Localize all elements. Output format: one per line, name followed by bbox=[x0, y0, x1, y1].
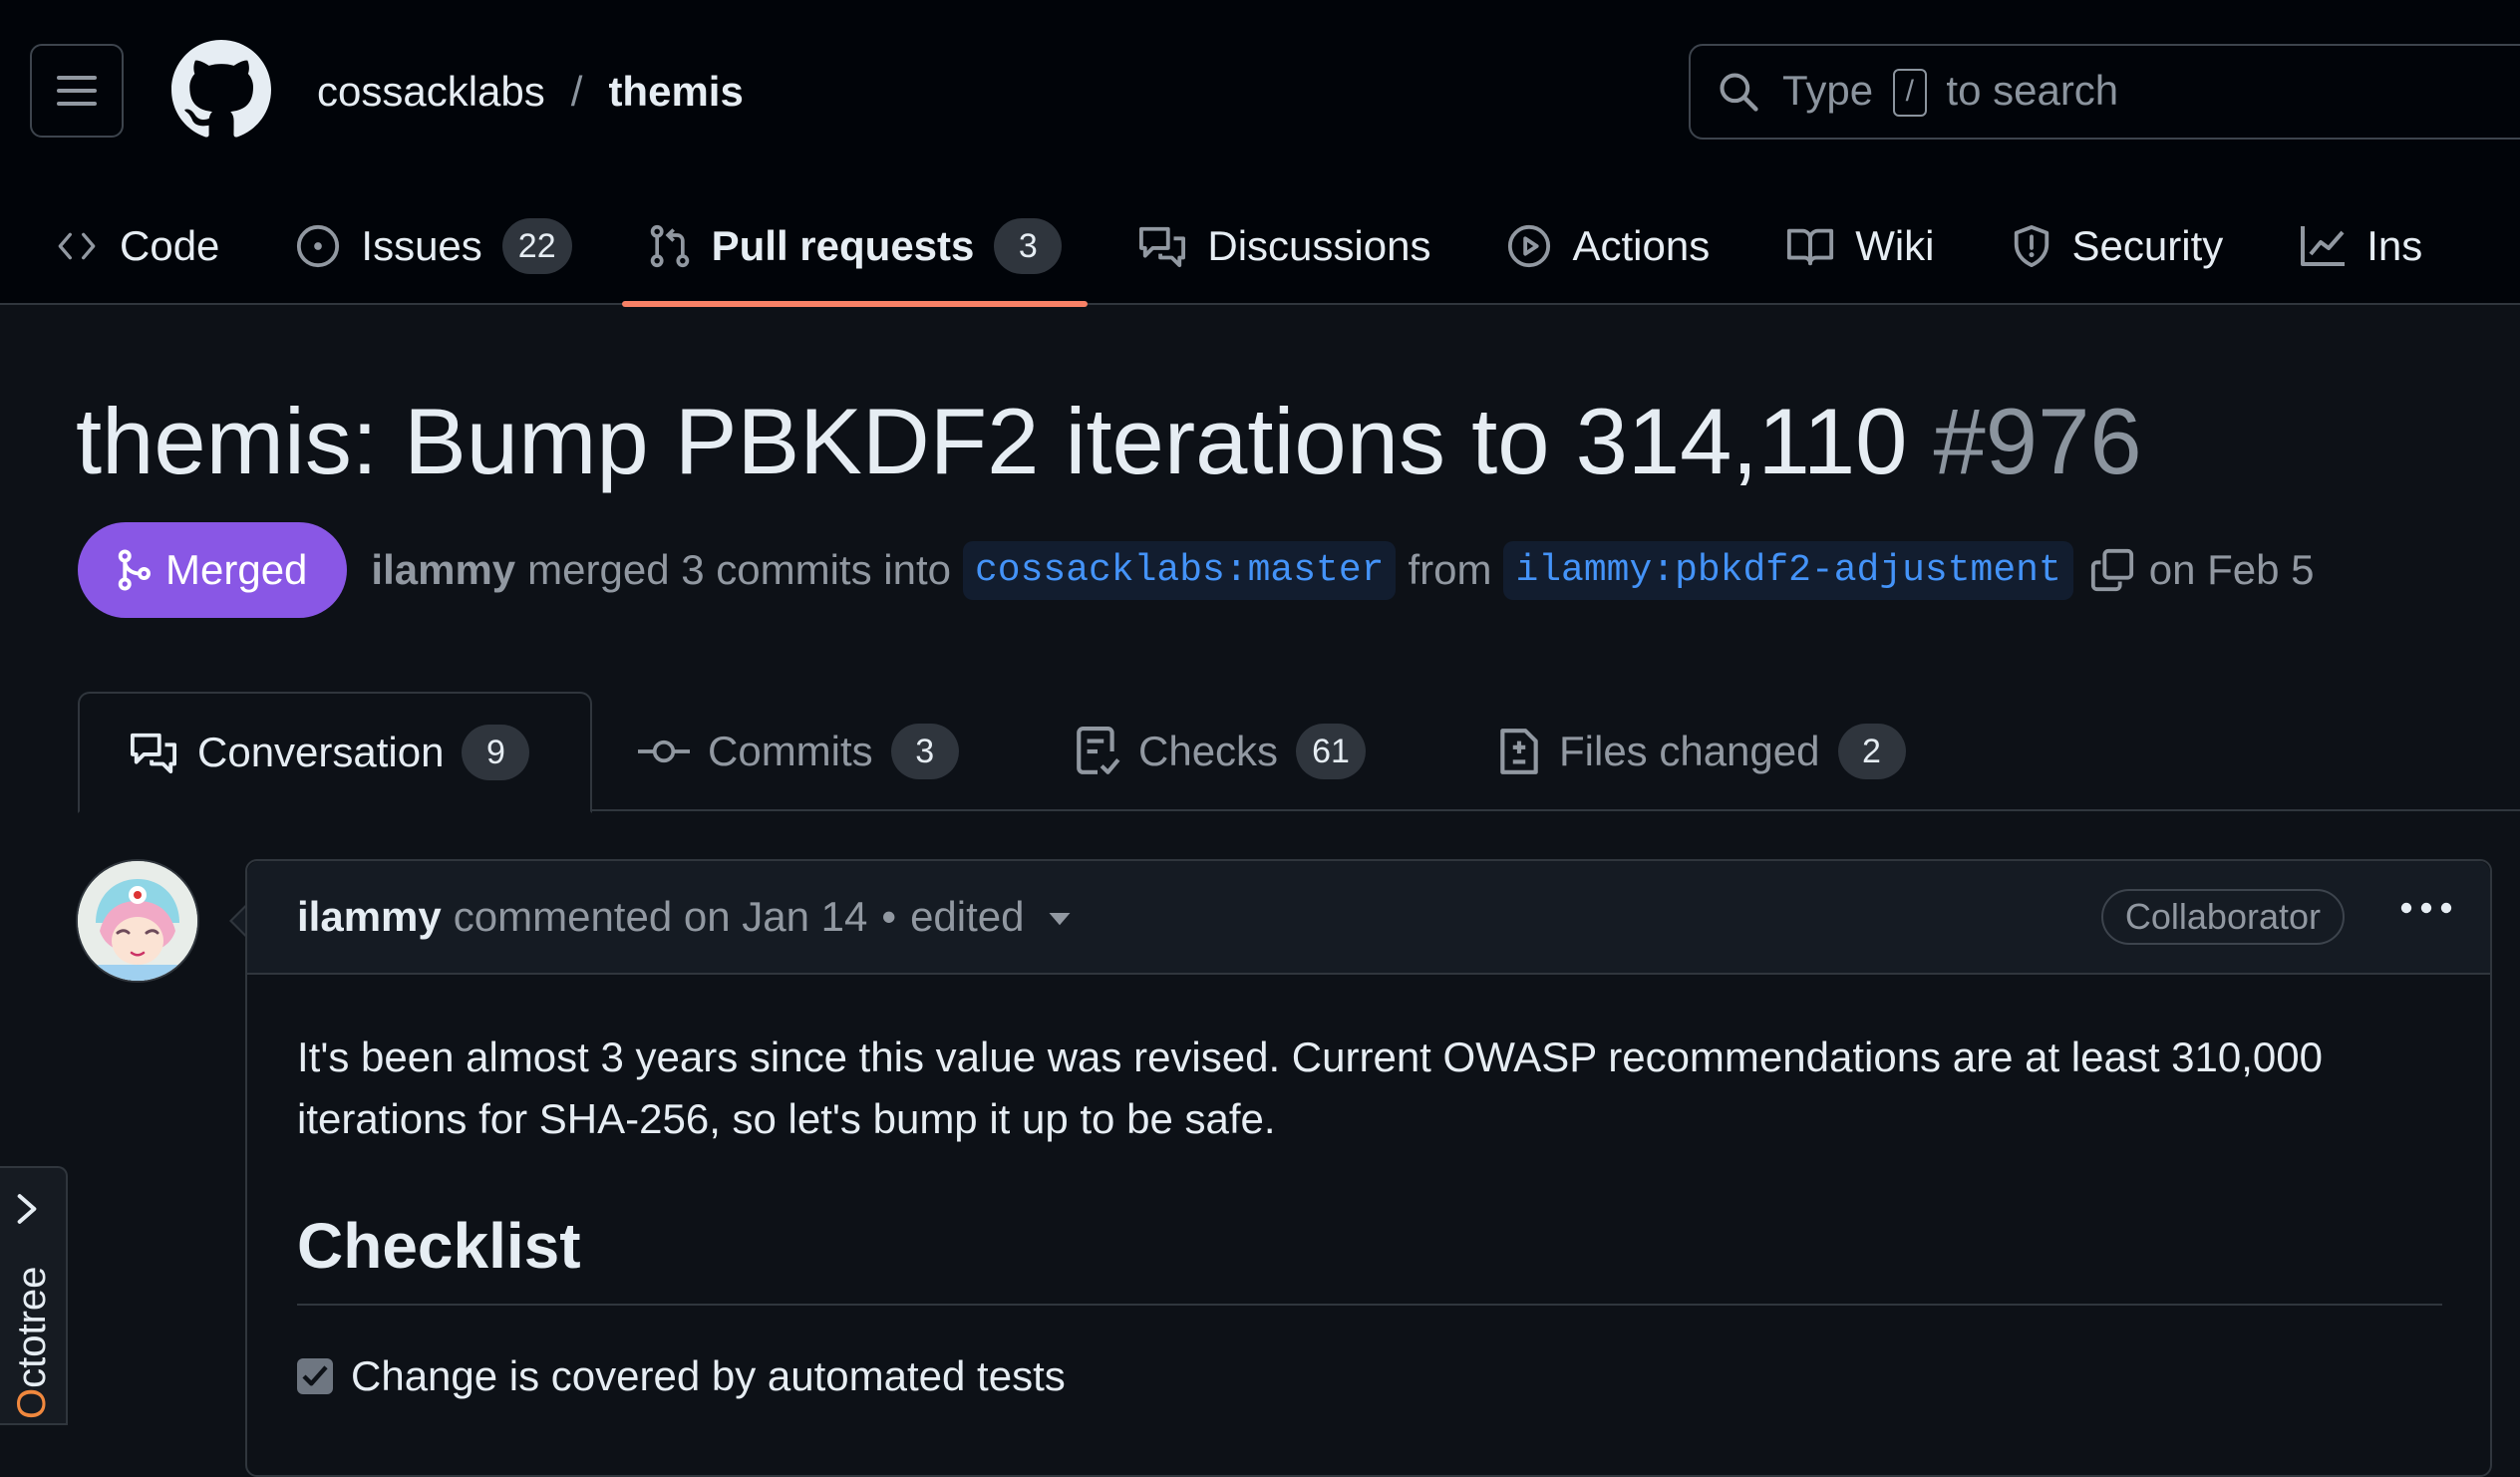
avatar-image bbox=[78, 861, 197, 981]
slash-key: / bbox=[1892, 69, 1927, 118]
github-logo-icon[interactable] bbox=[171, 40, 271, 140]
tab-label: Actions bbox=[1572, 222, 1711, 269]
conversation-count: 9 bbox=[462, 725, 530, 780]
tab-label: Conversation bbox=[197, 729, 445, 775]
base-branch[interactable]: cossacklabs:master bbox=[962, 540, 1397, 600]
check-icon bbox=[302, 1365, 328, 1386]
menu-button[interactable] bbox=[30, 44, 124, 138]
comment-discussion-icon bbox=[131, 733, 176, 774]
repo-nav: Code Issues 22 Pull requests 3 Discussio… bbox=[0, 187, 2472, 307]
chevron-down-icon[interactable] bbox=[1049, 913, 1071, 927]
hamburger-icon bbox=[57, 76, 97, 106]
pull-requests-count: 3 bbox=[994, 218, 1063, 274]
tab-code[interactable]: Code bbox=[28, 187, 245, 305]
tab-label: Files changed bbox=[1559, 728, 1820, 774]
issues-count: 22 bbox=[501, 218, 572, 274]
tab-label: Issues bbox=[361, 222, 482, 269]
task-checkbox bbox=[297, 1358, 333, 1394]
comment-paragraph: It's been almost 3 years since this valu… bbox=[297, 1034, 2323, 1142]
graph-icon bbox=[2301, 226, 2346, 266]
comment-box: ilammy commented on Jan 14 • edited Coll… bbox=[245, 859, 2492, 1477]
git-pull-request-icon bbox=[650, 224, 689, 268]
status-label: Merged bbox=[165, 546, 308, 593]
search-input[interactable]: Type / to search bbox=[1689, 44, 2520, 140]
edited-label[interactable]: edited bbox=[910, 893, 1024, 941]
book-icon bbox=[1787, 228, 1834, 266]
owner-link[interactable]: cossacklabs bbox=[317, 64, 545, 120]
pr-author-link[interactable]: ilammy bbox=[371, 546, 515, 594]
tab-label: Pull requests bbox=[711, 222, 975, 269]
tab-actions[interactable]: Actions bbox=[1480, 187, 1735, 305]
octotree-sidebar-toggle[interactable]: Octotree bbox=[0, 1166, 68, 1425]
tab-label: Code bbox=[120, 222, 220, 269]
from-text: from bbox=[1408, 546, 1492, 593]
checks-count: 61 bbox=[1296, 724, 1366, 779]
checklist-item-label: Change is covered by automated tests bbox=[351, 1352, 1066, 1399]
breadcrumb: cossacklabs / themis bbox=[317, 64, 744, 120]
chevron-right-icon bbox=[17, 1194, 37, 1224]
comment-discussion-icon bbox=[1139, 226, 1186, 268]
comment-body: It's been almost 3 years since this valu… bbox=[247, 975, 2490, 1407]
tab-wiki[interactable]: Wiki bbox=[1759, 187, 1960, 305]
pr-state-row: Merged ilammy merged 3 commits into coss… bbox=[78, 522, 2315, 618]
checklist-heading: Checklist bbox=[297, 1206, 2442, 1306]
comment-author-link[interactable]: ilammy bbox=[297, 893, 442, 941]
search-icon bbox=[1720, 73, 1758, 112]
git-commit-icon bbox=[638, 739, 690, 763]
checklist-item: Change is covered by automated tests bbox=[297, 1345, 2442, 1407]
octotree-label: Octotree bbox=[10, 1266, 54, 1419]
pr-title-text: themis: Bump PBKDF2 iterations to 314,11… bbox=[76, 389, 1908, 493]
kebab-horizontal-icon[interactable] bbox=[2400, 901, 2452, 915]
repo-link[interactable]: themis bbox=[608, 64, 743, 120]
issue-opened-icon bbox=[297, 224, 340, 268]
separator-dot: • bbox=[881, 893, 897, 940]
global-header: cossacklabs / themis Type / to search Co… bbox=[0, 0, 2520, 307]
commits-count: 3 bbox=[890, 724, 959, 779]
tab-discussions[interactable]: Discussions bbox=[1111, 187, 1456, 305]
status-badge: Merged bbox=[78, 522, 348, 618]
comment-header: ilammy commented on Jan 14 • edited Coll… bbox=[247, 861, 2490, 975]
tab-label: Security bbox=[2071, 222, 2224, 269]
breadcrumb-separator: / bbox=[570, 68, 583, 115]
tab-label: Commits bbox=[708, 728, 873, 774]
code-icon bbox=[58, 232, 96, 260]
tab-label: Wiki bbox=[1855, 222, 1935, 269]
tab-files-changed[interactable]: Files changed 2 bbox=[1497, 692, 1906, 811]
tab-security[interactable]: Security bbox=[1985, 187, 2250, 305]
checklist-icon bbox=[1077, 727, 1120, 774]
page-title: themis: Bump PBKDF2 iterations to 314,11… bbox=[76, 387, 2142, 496]
tab-checks[interactable]: Checks 61 bbox=[1075, 692, 1366, 811]
merged-text: merged 3 commits into bbox=[527, 546, 951, 593]
pr-number: #976 bbox=[1933, 389, 2142, 493]
shield-icon bbox=[2014, 225, 2048, 268]
file-diff-icon bbox=[1500, 729, 1538, 774]
files-changed-count: 2 bbox=[1837, 724, 1906, 779]
tab-label: Discussions bbox=[1207, 222, 1431, 269]
tab-commits[interactable]: Commits 3 bbox=[638, 692, 959, 811]
collaborator-badge: Collaborator bbox=[2100, 889, 2345, 945]
head-branch[interactable]: ilammy:pbkdf2-adjustment bbox=[1503, 540, 2073, 600]
play-icon bbox=[1508, 224, 1551, 268]
tab-issues[interactable]: Issues 22 bbox=[269, 187, 597, 305]
merge-date: on Feb 5 bbox=[2148, 546, 2315, 593]
avatar[interactable] bbox=[76, 859, 199, 983]
tab-label: Ins bbox=[2366, 222, 2423, 269]
git-merge-icon bbox=[118, 549, 151, 591]
search-placeholder: Type / to search bbox=[1782, 67, 2118, 118]
tab-pull-requests[interactable]: Pull requests 3 bbox=[621, 187, 1089, 307]
copy-icon[interactable] bbox=[2089, 547, 2135, 593]
tab-label: Checks bbox=[1138, 728, 1279, 774]
pr-tabs: Conversation 9 Commits 3 Checks 61 Files… bbox=[0, 692, 2520, 813]
tab-insights[interactable]: Ins bbox=[2273, 187, 2448, 305]
comment-timestamp[interactable]: commented on Jan 14 bbox=[454, 893, 868, 941]
tab-conversation[interactable]: Conversation 9 bbox=[78, 692, 592, 813]
